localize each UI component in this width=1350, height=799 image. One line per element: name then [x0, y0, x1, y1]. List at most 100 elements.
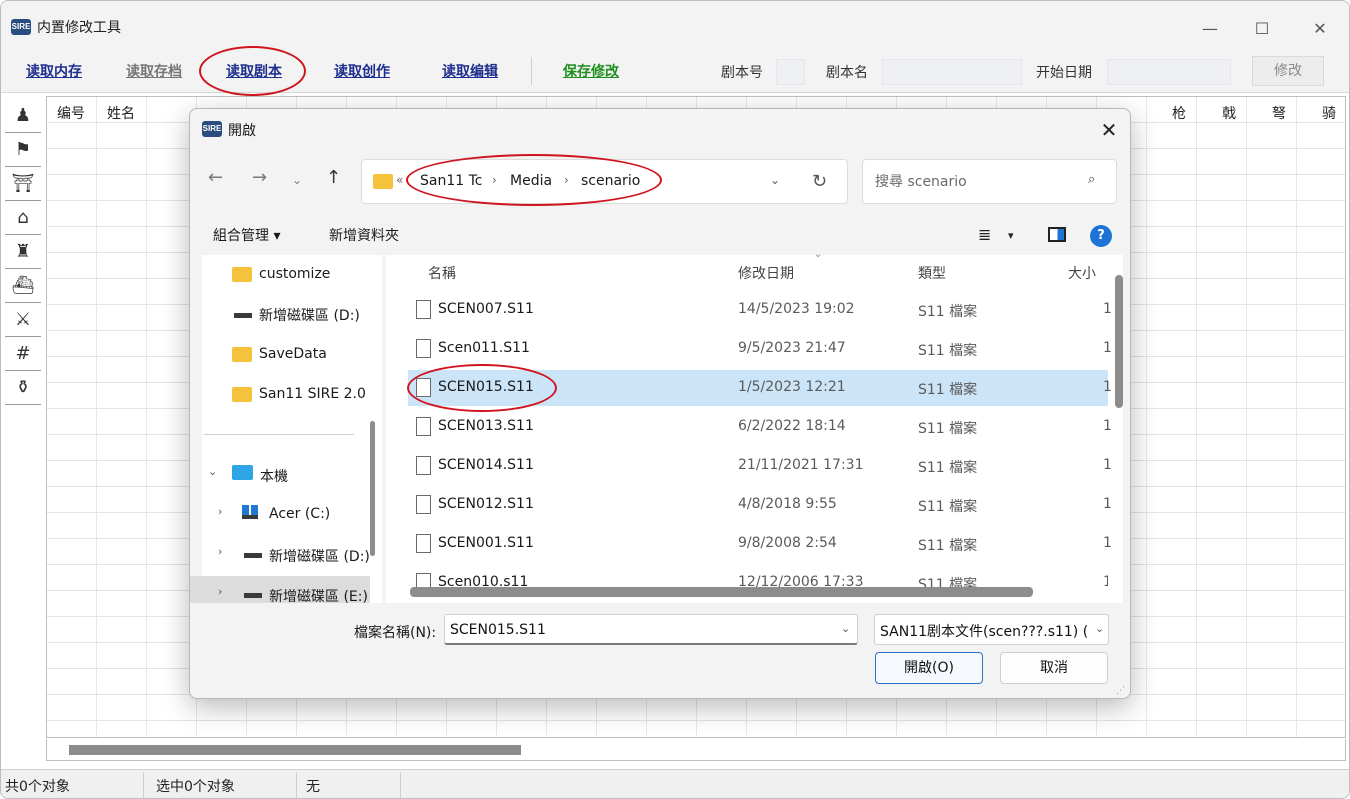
gate-icon[interactable]: ⛩ [5, 167, 41, 201]
view-options-chevron-icon[interactable]: ▾ [1008, 229, 1014, 242]
bag-icon[interactable]: ⚱ [5, 371, 41, 405]
nav-item-this-pc[interactable]: 本機 [260, 466, 288, 486]
filename-dropdown-chevron-icon[interactable]: ⌄ [841, 622, 850, 635]
flag-icon[interactable]: ⚑ [5, 133, 41, 167]
minimize-button[interactable]: — [1187, 15, 1233, 43]
status-total: 共0个对象 [5, 779, 70, 795]
column-header-cavalry[interactable]: 骑 [1322, 103, 1336, 123]
nav-divider [204, 434, 354, 435]
ship-icon[interactable]: ⛴ [5, 269, 41, 303]
nav-pane-scrollbar[interactable] [370, 421, 375, 556]
new-folder-button[interactable]: 新增資料夾 [329, 225, 399, 245]
resize-grip-icon[interactable]: ⋰ [1116, 686, 1126, 696]
modify-button[interactable]: 修改 [1252, 56, 1324, 86]
recent-locations-chevron-icon[interactable]: ⌄ [292, 173, 302, 187]
app-icon: SIRE [11, 19, 31, 35]
file-row[interactable]: Scen010.s11 12/12/2006 17:33 S11 檔案 1 [408, 565, 1108, 587]
file-row[interactable]: SCEN012.S11 4/8/2018 9:55 S11 檔案 1 [408, 487, 1112, 523]
file-size: 1 [1103, 301, 1112, 317]
collapse-chevron-icon[interactable]: › [218, 505, 222, 518]
nav-item-drive-e[interactable]: 新增磁碟區 (E:) [269, 586, 369, 606]
computer-icon [232, 465, 253, 480]
address-dropdown-chevron-icon[interactable]: ⌄ [770, 173, 780, 187]
nav-item-savedata[interactable]: SaveData [259, 346, 327, 362]
nav-item-customize[interactable]: customize [259, 266, 330, 282]
file-row[interactable]: SCEN013.S11 6/2/2022 18:14 S11 檔案 1 [408, 409, 1112, 445]
nav-item-acer-c[interactable]: Acer (C:) [269, 506, 330, 522]
back-arrow-icon[interactable]: ← [208, 167, 223, 188]
column-header-name[interactable]: 名稱 [428, 263, 456, 283]
filename-label: 檔案名稱(N): [354, 625, 437, 641]
address-overflow[interactable]: « [396, 173, 403, 187]
grid-scroll-thumb[interactable] [69, 745, 521, 755]
start-date-label: 开始日期 [1036, 65, 1092, 81]
drive-icon [244, 593, 262, 598]
column-header-crossbow[interactable]: 弩 [1272, 103, 1286, 123]
script-no-field[interactable] [776, 59, 805, 85]
column-header-spear[interactable]: 枪 [1172, 103, 1186, 123]
tower-icon[interactable]: ⌂ [5, 201, 41, 235]
expand-chevron-icon[interactable]: ⌄ [208, 465, 217, 478]
column-header-name[interactable]: 姓名 [107, 103, 135, 123]
crossed-swords-icon[interactable]: ⚔ [5, 303, 41, 337]
filetype-dropdown-chevron-icon[interactable]: ⌄ [1092, 622, 1105, 635]
search-input[interactable] [875, 172, 1075, 192]
file-row[interactable]: SCEN001.S11 9/8/2008 2:54 S11 檔案 1 [408, 526, 1112, 562]
column-header-id[interactable]: 编号 [57, 103, 85, 123]
file-name: Scen011.S11 [438, 340, 530, 356]
filetype-select[interactable]: SAN11剧本文件(scen???.s11) ( ⌄ [874, 614, 1109, 645]
up-arrow-icon[interactable]: ↑ [326, 167, 341, 188]
annotation-ring-file [407, 364, 557, 412]
maximize-button[interactable]: ☐ [1239, 15, 1285, 43]
organize-menu[interactable]: 組合管理 ▾ [213, 225, 280, 245]
read-save-link[interactable]: 读取存档 [126, 61, 182, 81]
column-header-type[interactable]: 類型 [918, 263, 946, 283]
collapse-chevron-icon[interactable]: › [218, 585, 222, 598]
read-memory-link[interactable]: 读取内存 [26, 61, 82, 81]
file-list-horizontal-scrollbar[interactable] [410, 587, 1033, 597]
file-name: SCEN013.S11 [438, 418, 534, 434]
start-date-field[interactable] [1107, 59, 1231, 85]
file-date: 6/2/2022 18:14 [738, 418, 846, 434]
drive-icon [244, 553, 262, 558]
nav-item-san11-sire[interactable]: San11 SIRE 2.06 [259, 386, 365, 402]
column-header-size[interactable]: 大小 [1068, 263, 1096, 283]
read-creation-link[interactable]: 读取创作 [334, 61, 390, 81]
close-button[interactable]: ✕ [1297, 15, 1343, 43]
file-size: 1 [1103, 574, 1108, 587]
open-button[interactable]: 開啟(O) [875, 652, 983, 684]
filename-combobox[interactable]: ⌄ [444, 614, 858, 645]
person-icon[interactable]: ♟ [5, 99, 41, 133]
search-icon[interactable]: ⌕ [1088, 172, 1095, 187]
help-icon[interactable]: ? [1090, 225, 1112, 247]
collapse-chevron-icon[interactable]: › [218, 545, 222, 558]
read-edit-link[interactable]: 读取编辑 [442, 61, 498, 81]
castle-icon[interactable]: ♜ [5, 235, 41, 269]
grid-icon[interactable]: # [5, 337, 41, 371]
file-row[interactable]: Scen011.S11 9/5/2023 21:47 S11 檔案 1 [408, 331, 1112, 367]
dialog-close-icon[interactable]: ✕ [1092, 115, 1126, 145]
forward-arrow-icon[interactable]: → [252, 167, 267, 188]
nav-item-drive-d-2[interactable]: 新增磁碟區 (D:) [269, 546, 369, 566]
cancel-button[interactable]: 取消 [1000, 652, 1108, 684]
refresh-icon[interactable]: ↻ [812, 171, 827, 192]
filename-input[interactable] [450, 621, 820, 639]
annotation-ring-read-script [199, 46, 306, 96]
script-name-field[interactable] [882, 59, 1022, 85]
windows-drive-icon [242, 505, 258, 519]
file-type: S11 檔案 [918, 577, 978, 587]
column-header-halberd[interactable]: 戟 [1222, 103, 1236, 123]
file-type: S11 檔案 [918, 382, 978, 398]
file-row[interactable]: SCEN007.S11 14/5/2023 19:02 S11 檔案 1 [408, 292, 1112, 328]
file-row[interactable]: SCEN014.S11 21/11/2021 17:31 S11 檔案 1 [408, 448, 1112, 484]
file-list-vertical-scrollbar[interactable] [1115, 275, 1123, 408]
view-list-icon[interactable]: ≣ [978, 225, 991, 244]
file-type: S11 檔案 [918, 499, 978, 515]
save-changes-link[interactable]: 保存修改 [563, 61, 619, 81]
file-name: Scen010.s11 [438, 574, 529, 587]
search-box[interactable]: ⌕ [862, 159, 1117, 204]
preview-pane-icon[interactable] [1048, 227, 1066, 242]
status-selected: 选中0个对象 [156, 779, 235, 795]
column-header-date[interactable]: 修改日期 [738, 263, 794, 283]
nav-item-drive-d[interactable]: 新增磁碟區 (D:) [259, 305, 360, 325]
